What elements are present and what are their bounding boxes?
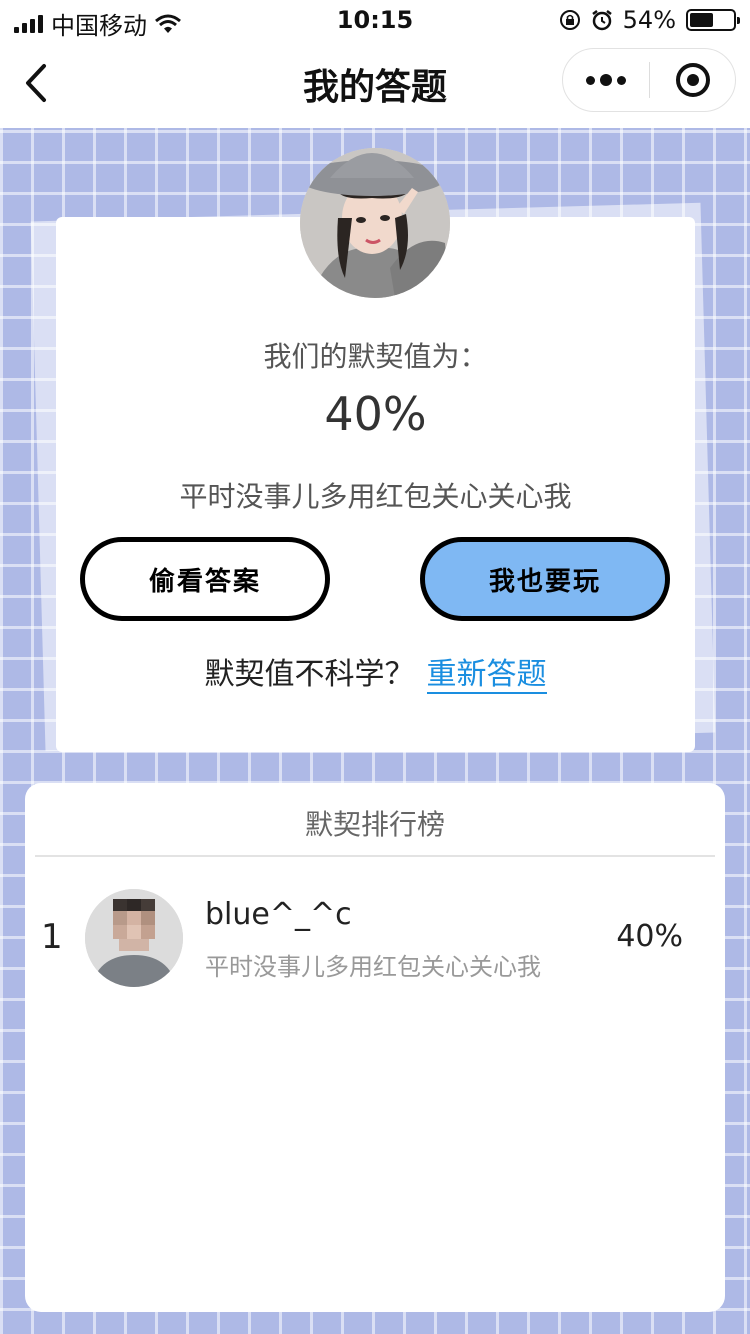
battery-level bbox=[690, 13, 713, 27]
rank-number: 1 bbox=[41, 917, 63, 957]
match-label: 我们的默契值为： bbox=[263, 340, 488, 373]
close-miniprogram-button[interactable] bbox=[650, 49, 735, 111]
ranking-comment: 平时没事儿多用红包关心关心我 bbox=[205, 953, 541, 981]
ranking-title: 默契排行榜 bbox=[304, 808, 445, 841]
play-too-button[interactable]: 我也要玩 bbox=[420, 537, 670, 621]
redo-prompt: 默契值不科学？ bbox=[204, 657, 415, 692]
chevron-left-icon bbox=[26, 64, 46, 102]
battery-icon bbox=[686, 9, 740, 31]
ranking-score: 40% bbox=[616, 919, 683, 954]
status-bar: 中国移动 10:15 54% bbox=[0, 0, 750, 40]
pixelated-avatar-photo bbox=[85, 889, 183, 987]
back-button[interactable] bbox=[18, 62, 58, 106]
ranking-avatar bbox=[85, 889, 183, 987]
ranking-row[interactable]: 1 blue^_^c 平时没事儿多用红包关心关心我 40% bbox=[25, 885, 725, 989]
nav-bar: 我的答题 bbox=[0, 40, 750, 128]
status-right: 54% bbox=[559, 6, 740, 34]
target-icon bbox=[675, 63, 710, 97]
menu-capsule bbox=[562, 48, 736, 112]
more-button[interactable] bbox=[563, 49, 649, 111]
battery-percent: 54% bbox=[622, 6, 676, 34]
alarm-icon bbox=[591, 10, 612, 31]
rotation-lock-icon bbox=[559, 10, 580, 30]
match-value: 40% bbox=[324, 387, 427, 441]
more-dots-icon bbox=[586, 75, 595, 85]
redo-line: 默契值不科学？ 重新答题 bbox=[56, 649, 695, 694]
redo-quiz-link[interactable]: 重新答题 bbox=[426, 657, 547, 694]
ranking-username: blue^_^c bbox=[205, 897, 352, 932]
user-avatar bbox=[300, 148, 450, 298]
peek-answers-button[interactable]: 偷看答案 bbox=[80, 537, 330, 621]
match-comment: 平时没事儿多用红包关心关心我 bbox=[179, 480, 572, 513]
avatar-photo bbox=[300, 148, 450, 298]
ranking-card: 默契排行榜 1 blue^_^c 平时没事儿多用红包关心关心我 40% bbox=[25, 783, 725, 1312]
ranking-divider bbox=[35, 855, 715, 857]
